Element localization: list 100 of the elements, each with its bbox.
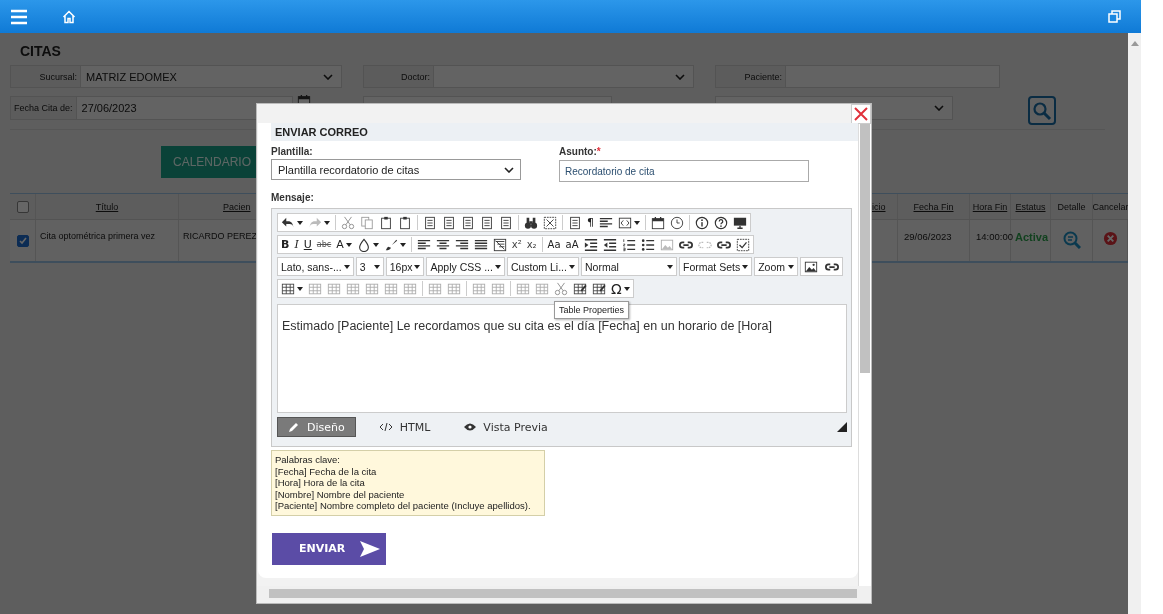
mode-tab[interactable]: Vista Previa xyxy=(453,417,559,437)
toolbar-dropdown[interactable]: Normal xyxy=(580,257,677,276)
caret-icon[interactable] xyxy=(623,286,630,291)
caret-icon[interactable] xyxy=(297,286,303,291)
chevron-icon xyxy=(675,74,685,80)
checkbox[interactable] xyxy=(16,234,29,247)
toolbar-dropdown[interactable]: Zoom xyxy=(754,257,799,276)
checklist-icon[interactable] xyxy=(735,237,750,252)
caret-icon[interactable] xyxy=(399,242,406,247)
uppercase-button[interactable]: Aa xyxy=(547,239,561,250)
keyword-line: [Fecha] Fecha de la cita xyxy=(275,465,378,478)
numbered-list-icon[interactable] xyxy=(621,237,636,252)
document-icon[interactable] xyxy=(442,215,456,230)
keyword-line: Palabras clave: xyxy=(275,454,341,466)
outdent-icon[interactable] xyxy=(602,237,617,252)
align-left-icon[interactable] xyxy=(599,215,613,230)
indent-icon[interactable] xyxy=(583,237,598,252)
info-icon[interactable] xyxy=(695,215,709,230)
mode-tab[interactable]: HTML xyxy=(367,417,442,437)
calendar-icon[interactable] xyxy=(651,215,665,230)
monitor-icon[interactable] xyxy=(733,215,747,230)
bold-button[interactable]: B xyxy=(281,239,290,250)
home-icon[interactable] xyxy=(62,9,76,24)
strikethrough-button[interactable]: abc xyxy=(316,240,332,249)
font-color-button[interactable]: A xyxy=(336,239,344,250)
scissors-icon[interactable] xyxy=(341,215,355,230)
chevron-icon xyxy=(934,105,944,111)
subscript-button[interactable]: x₂ xyxy=(526,239,537,250)
special-character-button[interactable]: Ω xyxy=(611,281,622,296)
tooltip: Table Properties xyxy=(554,301,630,319)
scissors-icon[interactable] xyxy=(554,281,568,296)
table-cell: 14:00:00 xyxy=(976,231,1013,242)
clipboard-icon[interactable] xyxy=(398,215,412,230)
caret-icon[interactable] xyxy=(372,242,379,247)
droplet-icon[interactable] xyxy=(356,237,371,252)
menu-icon[interactable] xyxy=(10,8,28,25)
toolbar-dropdown[interactable]: Custom Li... xyxy=(506,257,579,276)
section-header: ENVIAR CORREO xyxy=(271,123,858,141)
caret-icon[interactable] xyxy=(324,220,330,225)
toolbar-dropdown[interactable]: 16px xyxy=(385,257,425,276)
column-header: Cancelar xyxy=(1092,201,1128,212)
image-icon[interactable] xyxy=(804,259,819,274)
table-cell: RICARDO PEREZ xyxy=(183,231,257,241)
chevron-icon xyxy=(504,166,514,173)
table-cell: Cita optométrica primera vez xyxy=(40,231,156,241)
align-center-icon[interactable] xyxy=(435,237,450,252)
field-label: Mensaje: xyxy=(271,192,314,203)
help-icon[interactable] xyxy=(714,215,728,230)
lowercase-button[interactable]: aA xyxy=(565,239,579,250)
table-pencil-icon[interactable] xyxy=(592,281,606,296)
toolbar-dropdown[interactable]: 3 xyxy=(355,257,384,276)
clipboard-icon[interactable] xyxy=(379,215,393,230)
mode-tab[interactable]: Diseño xyxy=(277,417,356,437)
underline-button[interactable]: U xyxy=(303,239,312,250)
keyword-line: [Paciente] Nombre completo del paciente (Incluye apellidos). xyxy=(275,500,532,512)
caret-icon[interactable] xyxy=(345,242,352,247)
keyword-line: [Hora] Hora de la cita xyxy=(275,477,366,489)
superscript-button[interactable]: x² xyxy=(511,239,522,250)
document-icon[interactable] xyxy=(568,215,582,230)
brush-icon[interactable] xyxy=(383,237,398,252)
eye-icon xyxy=(464,422,477,432)
subject-field[interactable]: Recordatorio de cita xyxy=(559,160,809,182)
resize-handle-icon[interactable] xyxy=(837,422,847,432)
send-button[interactable]: ENVIAR xyxy=(272,532,386,565)
scrollbar[interactable] xyxy=(858,123,871,586)
document-icon[interactable] xyxy=(461,215,475,230)
template-select[interactable]: Plantilla recordatorio de citas xyxy=(271,159,521,180)
scrollbar[interactable] xyxy=(1128,33,1141,614)
caret-icon[interactable] xyxy=(634,220,640,225)
align-left-icon[interactable] xyxy=(416,237,431,252)
binoculars-icon[interactable] xyxy=(524,215,538,230)
restore-window-icon[interactable] xyxy=(1108,10,1121,23)
field-label: Plantilla: xyxy=(271,146,314,157)
chevron-icon xyxy=(323,74,333,80)
document-icon[interactable] xyxy=(480,215,494,230)
code-icon xyxy=(378,421,393,433)
bullet-list-icon[interactable] xyxy=(640,237,655,252)
toolbar-dropdown[interactable]: Format Sets xyxy=(678,257,753,276)
pencil-icon xyxy=(288,421,300,433)
checkbox[interactable] xyxy=(16,200,29,213)
align-right-icon[interactable] xyxy=(454,237,469,252)
close-button[interactable] xyxy=(851,104,871,124)
italic-button[interactable]: I xyxy=(294,239,299,250)
toolbar-dropdown[interactable]: Lato, sans-... xyxy=(277,257,354,276)
table-icon[interactable] xyxy=(281,281,295,296)
paragraph-button[interactable]: ¶ xyxy=(587,217,594,228)
selection-icon[interactable] xyxy=(543,215,557,230)
code-icon[interactable] xyxy=(618,215,632,230)
table-pencil-icon[interactable] xyxy=(573,281,587,296)
document-icon[interactable] xyxy=(423,215,437,230)
page-title: CITAS xyxy=(19,43,62,61)
caret-icon[interactable] xyxy=(297,220,303,225)
column-header: Detalle xyxy=(1057,201,1086,212)
justify-icon[interactable] xyxy=(473,237,488,252)
clock-icon[interactable] xyxy=(670,215,684,230)
field-label: Asunto:* xyxy=(559,146,602,157)
status-label: Activa xyxy=(1015,231,1049,243)
toolbar-dropdown[interactable]: Apply CSS ... xyxy=(426,257,505,276)
document-icon[interactable] xyxy=(499,215,513,230)
keyword-line: [Nombre] Nombre del paciente xyxy=(275,488,406,501)
